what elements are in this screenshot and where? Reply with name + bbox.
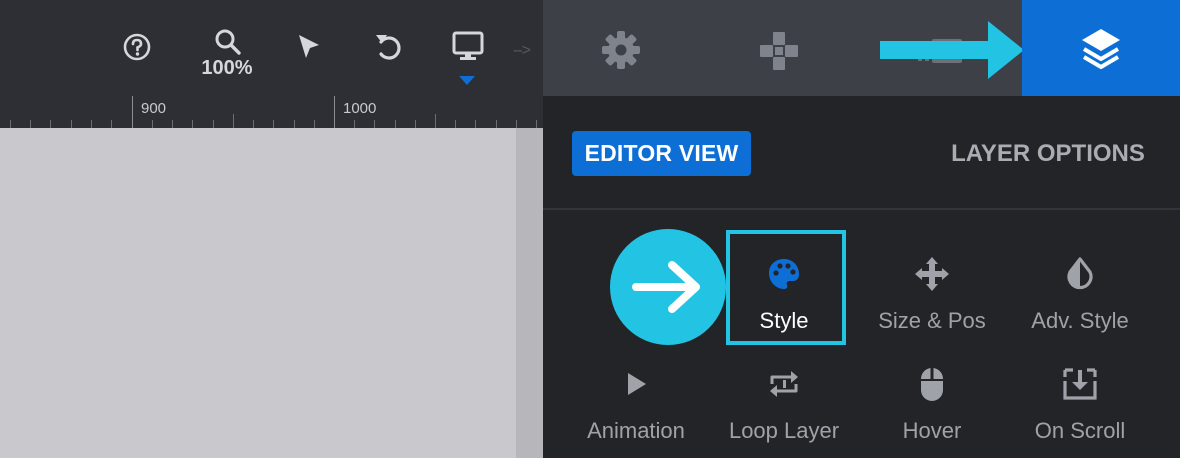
option-size-pos[interactable]: Size & Pos [858, 236, 1006, 346]
play-icon [623, 364, 649, 404]
ruler-label-900: 900 [141, 100, 167, 117]
zoom-level: 100% [201, 57, 253, 79]
option-animation[interactable]: Animation [562, 346, 710, 456]
editor-canvas[interactable] [0, 128, 516, 458]
repeat-one-icon [767, 364, 801, 404]
style-highlight-box [726, 230, 846, 345]
move-arrows-icon [913, 254, 951, 294]
option-adv-style[interactable]: Adv. Style [1006, 236, 1154, 346]
option-on-scroll-label: On Scroll [1034, 418, 1126, 443]
option-hover[interactable]: Hover [858, 346, 1006, 456]
layers-tab[interactable] [1022, 0, 1180, 96]
option-on-scroll[interactable]: On Scroll [1006, 346, 1154, 456]
layers-icon [1082, 29, 1120, 69]
option-loop-layer[interactable]: Loop Layer [710, 346, 858, 456]
gear-icon[interactable] [598, 27, 644, 73]
layer-options-tab[interactable]: LAYER OPTIONS [930, 131, 1166, 176]
dashed-arrow-icon: --> [513, 42, 531, 59]
option-loop-layer-label: Loop Layer [728, 418, 840, 443]
panel-divider [543, 208, 1180, 210]
canvas-scrollbar[interactable] [516, 128, 543, 458]
option-adv-style-label: Adv. Style [1031, 308, 1129, 333]
download-tray-icon [1062, 364, 1098, 404]
option-hover-label: Hover [902, 418, 962, 443]
desktop-device-icon[interactable] [449, 28, 487, 64]
help-icon[interactable] [120, 30, 154, 64]
ruler-label-1000: 1000 [343, 100, 377, 117]
option-size-pos-label: Size & Pos [878, 308, 986, 333]
editor-view-button[interactable]: EDITOR VIEW [572, 131, 751, 176]
zoom-icon[interactable] [212, 26, 244, 58]
pointer-arrow-icon [880, 21, 1024, 79]
horizontal-ruler: 900 1000 [0, 96, 543, 128]
select-cursor-icon[interactable] [292, 30, 326, 64]
circle-arrow-icon [610, 229, 726, 345]
mouse-icon [918, 364, 946, 404]
option-animation-label: Animation [587, 418, 685, 443]
puzzle-icon[interactable] [756, 28, 802, 74]
active-device-indicator [459, 76, 475, 85]
undo-icon[interactable] [370, 28, 406, 64]
contrast-drop-icon [1065, 254, 1095, 294]
